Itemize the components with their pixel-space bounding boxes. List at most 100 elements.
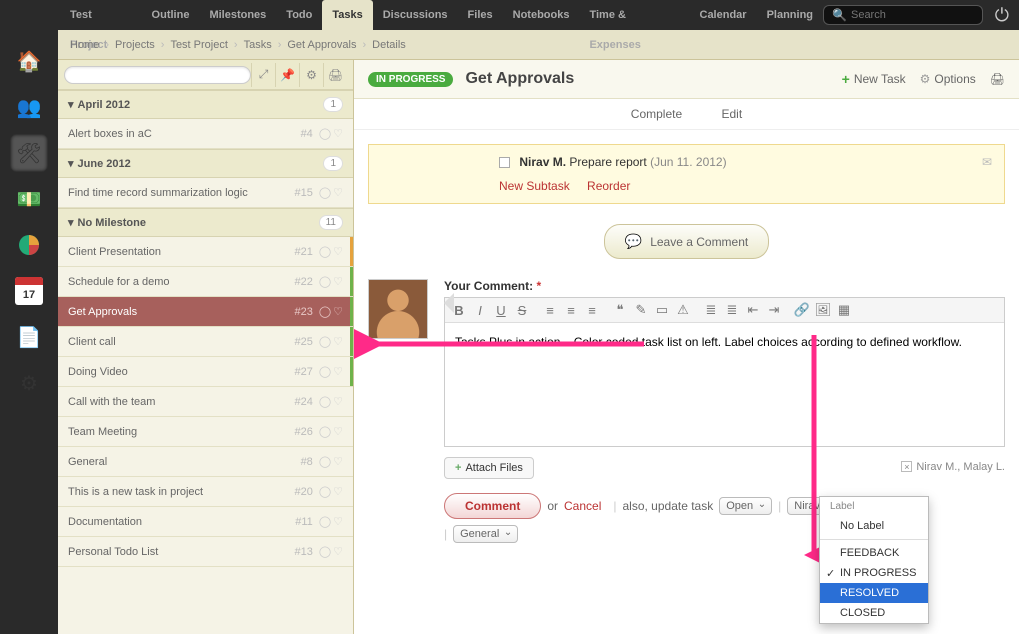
attach-files-button[interactable]: +Attach Files xyxy=(444,457,534,479)
subtask-checkbox[interactable] xyxy=(499,157,510,168)
expand-icon[interactable]: ⤢ xyxy=(251,63,275,87)
topnav-tab[interactable]: Discussions xyxy=(373,0,458,30)
breadcrumb-item[interactable]: Tasks xyxy=(244,39,272,51)
topnav-tab[interactable]: Time & Expenses xyxy=(579,0,689,30)
bold-icon[interactable]: B xyxy=(451,302,467,318)
dropdown-item[interactable]: RESOLVED xyxy=(820,583,928,603)
quote-icon[interactable]: ❝ xyxy=(612,302,628,318)
edit-icon[interactable]: ✎ xyxy=(633,302,649,318)
sidebar-search[interactable] xyxy=(64,66,251,84)
image-icon[interactable]: 🖼 xyxy=(815,302,831,318)
tab-complete[interactable]: Complete xyxy=(631,107,682,121)
power-icon[interactable]: ⏻ xyxy=(995,5,1009,26)
dropdown-item[interactable]: FEEDBACK xyxy=(820,543,928,563)
search-box[interactable]: 🔍 xyxy=(823,5,983,25)
breadcrumb-item[interactable]: Home xyxy=(70,39,99,51)
sidebar-item[interactable]: Personal Todo List#13◯♡ xyxy=(58,537,353,567)
comment-textarea[interactable] xyxy=(445,323,1004,443)
comment-submit-button[interactable]: Comment xyxy=(444,493,541,519)
strike-icon[interactable]: S xyxy=(514,302,530,318)
sidebar-group-header[interactable]: ▾June 20121 xyxy=(58,149,353,178)
topnav-tab[interactable]: Tasks xyxy=(322,0,372,30)
topnav-tab[interactable]: Notebooks xyxy=(503,0,580,30)
topnav-tab[interactable]: Milestones xyxy=(199,0,276,30)
sidebar-group-header[interactable]: ▾No Milestone11 xyxy=(58,208,353,237)
label-dropdown[interactable]: LabelNo Label FEEDBACKIN PROGRESSRESOLVED… xyxy=(819,496,929,624)
topnav-tab[interactable]: Files xyxy=(458,0,503,30)
align-center-icon[interactable]: ≡ xyxy=(563,302,579,318)
dropdown-item[interactable]: IN PROGRESS xyxy=(820,563,928,583)
sidebar-item[interactable]: Documentation#11◯♡ xyxy=(58,507,353,537)
dropdown-item[interactable]: CLOSED xyxy=(820,603,928,623)
sidebar-item[interactable]: Team Meeting#26◯♡ xyxy=(58,417,353,447)
align-right-icon[interactable]: ≡ xyxy=(584,302,600,318)
indent-icon[interactable]: ⇥ xyxy=(766,302,782,318)
warning-icon[interactable]: ⚠ xyxy=(675,302,691,318)
pin-icon[interactable]: 📌 xyxy=(275,63,299,87)
status-select[interactable]: Open xyxy=(719,497,772,515)
sidebar-item[interactable]: General#8◯♡ xyxy=(58,447,353,477)
sidebar-toolbar: ⤢ 📌 ⚙ 🖨 xyxy=(58,60,353,90)
calendar-icon[interactable]: 17 xyxy=(10,272,48,310)
clear-format-icon[interactable]: ▭ xyxy=(654,302,670,318)
gear-icon[interactable]: ⚙ xyxy=(10,364,48,402)
subscribers[interactable]: ×Nirav M., Malay L. xyxy=(901,461,1005,473)
link-icon[interactable]: 🔗 xyxy=(794,302,810,318)
task-title: Get Approvals xyxy=(465,70,827,88)
align-left-icon[interactable]: ≡ xyxy=(542,302,558,318)
topnav-tab[interactable]: Calendar xyxy=(690,0,757,30)
table-icon[interactable]: ▦ xyxy=(836,302,852,318)
or-text: or xyxy=(547,499,558,513)
cancel-link[interactable]: Cancel xyxy=(564,499,601,513)
outdent-icon[interactable]: ⇤ xyxy=(745,302,761,318)
topnav-tab[interactable]: Test Project xyxy=(60,0,142,30)
breadcrumb-item[interactable]: Test Project xyxy=(170,39,227,51)
italic-icon[interactable]: I xyxy=(472,302,488,318)
sidebar-item[interactable]: Client call#25◯♡ xyxy=(58,327,353,357)
tools-icon[interactable]: 🛠 xyxy=(10,134,48,172)
sidebar-item[interactable]: Doing Video#27◯♡ xyxy=(58,357,353,387)
status-badge: IN PROGRESS xyxy=(368,72,453,87)
options-button[interactable]: ⚙Options xyxy=(920,72,976,86)
dropdown-header: Label xyxy=(820,497,928,516)
print-icon[interactable]: 🖨 xyxy=(323,63,347,87)
new-task-button[interactable]: +New Task xyxy=(842,71,906,87)
mail-icon[interactable]: ✉ xyxy=(982,155,992,169)
underline-icon[interactable]: U xyxy=(493,302,509,318)
home-icon[interactable]: 🏠 xyxy=(10,42,48,80)
editor-toolbar: B I U S ≡ ≡ ≡ ❝ ✎ ▭ xyxy=(445,298,1004,323)
sidebar-item[interactable]: This is a new task in project#20◯♡ xyxy=(58,477,353,507)
leave-comment-button[interactable]: 💬 Leave a Comment xyxy=(604,224,770,259)
dropdown-item-none[interactable]: No Label xyxy=(820,516,928,536)
page-icon[interactable]: 📄 xyxy=(10,318,48,356)
print-button[interactable]: 🖨 xyxy=(990,72,1005,86)
subtask-date: (Jun 11. 2012) xyxy=(650,155,727,169)
pie-icon[interactable] xyxy=(10,226,48,264)
list-bullet-icon[interactable]: ≣ xyxy=(703,302,719,318)
heart-icon: ♡ xyxy=(333,335,343,348)
gear-icon[interactable]: ⚙ xyxy=(299,63,323,87)
circle-icon: ◯ xyxy=(319,305,331,318)
topnav-tab[interactable]: Planning xyxy=(757,0,823,30)
content-header: IN PROGRESS Get Approvals +New Task ⚙Opt… xyxy=(354,60,1019,99)
breadcrumb: Home›Projects›Test Project›Tasks›Get App… xyxy=(0,30,1019,60)
sidebar-item[interactable]: Find time record summarization logic#15◯… xyxy=(58,178,353,208)
sidebar-item[interactable]: Client Presentation#21◯♡ xyxy=(58,237,353,267)
tab-edit[interactable]: Edit xyxy=(722,107,743,121)
sidebar-item[interactable]: Alert boxes in aC#4◯♡ xyxy=(58,119,353,149)
list-number-icon[interactable]: ≣ xyxy=(724,302,740,318)
category-select[interactable]: General xyxy=(453,525,518,543)
sidebar-item[interactable]: Get Approvals#23◯♡ xyxy=(58,297,353,327)
breadcrumb-item[interactable]: Get Approvals xyxy=(287,39,356,51)
people-icon[interactable]: 👥 xyxy=(10,88,48,126)
breadcrumb-item[interactable]: Projects xyxy=(115,39,155,51)
reorder-link[interactable]: Reorder xyxy=(587,179,630,193)
topnav-tab[interactable]: Outline xyxy=(142,0,200,30)
sidebar-group-header[interactable]: ▾April 20121 xyxy=(58,90,353,119)
search-input[interactable] xyxy=(851,9,974,21)
sidebar-item[interactable]: Schedule for a demo#22◯♡ xyxy=(58,267,353,297)
topnav-tab[interactable]: Todo xyxy=(276,0,322,30)
new-subtask-link[interactable]: New Subtask xyxy=(499,179,570,193)
money-icon[interactable]: 💵 xyxy=(10,180,48,218)
sidebar-item[interactable]: Call with the team#24◯♡ xyxy=(58,387,353,417)
